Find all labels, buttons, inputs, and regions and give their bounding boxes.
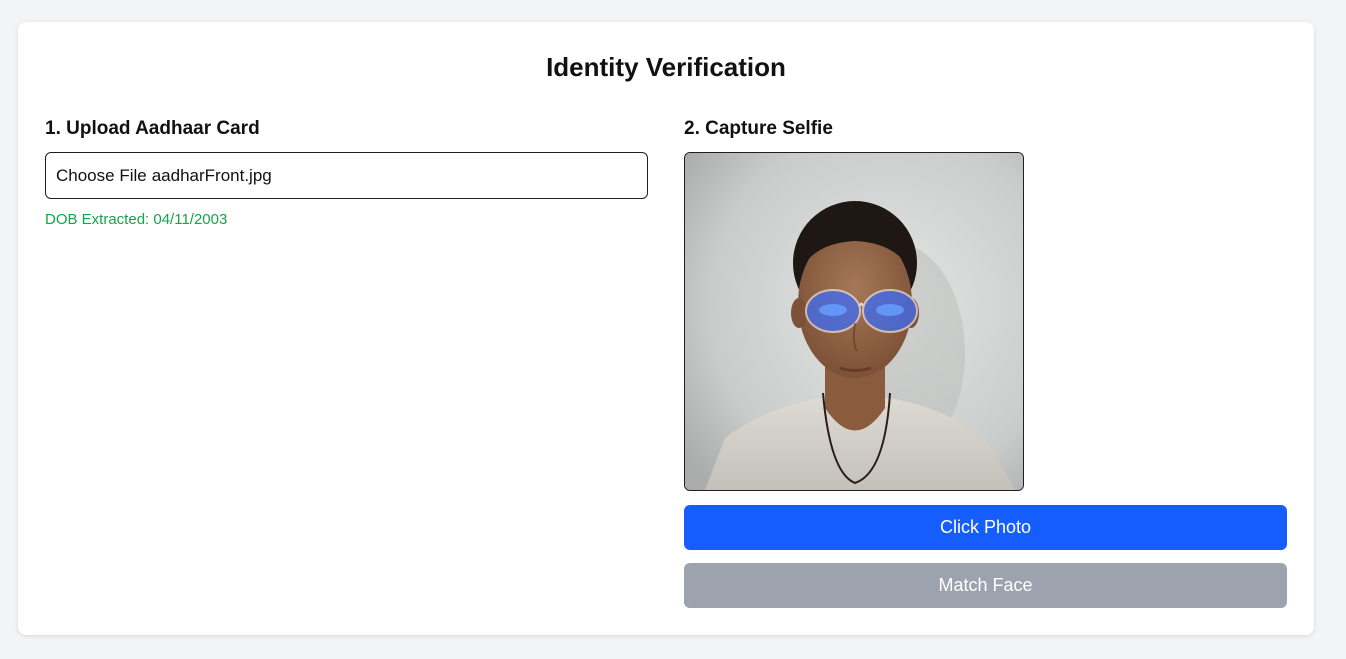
upload-section-heading: 1. Upload Aadhaar Card	[45, 118, 260, 139]
aadhaar-file-input[interactable]: Choose File aadharFront.jpg	[45, 152, 648, 199]
dob-extracted-status: DOB Extracted: 04/11/2003	[45, 211, 228, 228]
verification-card: Identity Verification 1. Upload Aadhaar …	[18, 22, 1314, 635]
selected-file-name: aadharFront.jpg	[151, 165, 272, 185]
upload-aadhaar-section: 1. Upload Aadhaar Card Choose File aadha…	[45, 117, 648, 228]
selfie-preview	[684, 152, 1024, 491]
page-title: Identity Verification	[546, 52, 786, 82]
match-face-button[interactable]: Match Face	[684, 563, 1287, 608]
capture-selfie-section: 2. Capture Selfie Click Photo Match Face	[684, 117, 1287, 608]
click-photo-button[interactable]: Click Photo	[684, 505, 1287, 550]
selfie-section-heading: 2. Capture Selfie	[684, 118, 833, 139]
selfie-photo	[685, 153, 1023, 490]
choose-file-button[interactable]: Choose File	[56, 166, 147, 186]
